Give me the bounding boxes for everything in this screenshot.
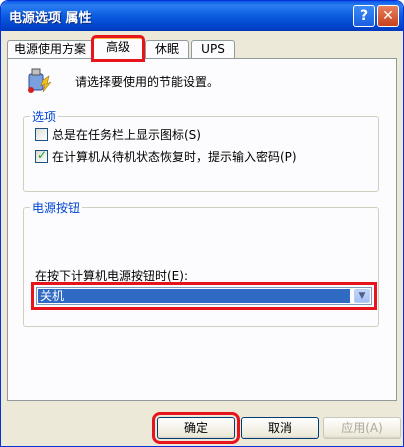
prompt-password-option[interactable]: 在计算机从待机状态恢复时，提示输入密码(P) <box>35 148 297 165</box>
help-button[interactable]: ? <box>353 5 375 27</box>
tab-strip: 电源使用方案 高级 休眠 UPS <box>7 35 397 62</box>
power-button-dropdown-highlight: 关机 ▼ <box>31 282 377 310</box>
tab-advanced[interactable]: 高级 <box>91 35 145 62</box>
show-tray-icon-checkbox[interactable] <box>35 128 48 141</box>
title-bar[interactable]: 电源选项 属性 ? ✕ <box>1 1 403 31</box>
power-options-icon <box>28 68 52 93</box>
power-button-action-select[interactable]: 关机 ▼ <box>36 287 372 305</box>
close-button[interactable]: ✕ <box>377 5 399 27</box>
power-button-action-value: 关机 <box>38 289 350 303</box>
apply-button[interactable]: 应用(A) <box>323 417 401 439</box>
window-title: 电源选项 属性 <box>9 11 92 26</box>
tab-hibernate[interactable]: 休眠 <box>145 40 189 59</box>
prompt-password-checkbox[interactable] <box>35 148 48 163</box>
cancel-button[interactable]: 取消 <box>241 417 319 439</box>
chevron-down-icon[interactable]: ▼ <box>354 289 370 303</box>
options-legend: 选项 <box>32 110 57 124</box>
ok-button[interactable]: 确定 <box>152 412 240 444</box>
intro-text: 请选择要使用的节能设置。 <box>75 75 220 89</box>
tab-ups[interactable]: UPS <box>191 40 235 59</box>
tab-power-schemes[interactable]: 电源使用方案 <box>7 40 93 59</box>
prompt-password-label: 在计算机从待机状态恢复时，提示输入密码(P) <box>52 150 297 164</box>
show-tray-icon-option[interactable]: 总是在任务栏上显示图标(S) <box>35 126 201 143</box>
dialog-window: 电源选项 属性 ? ✕ 电源使用方案 高级 休眠 UPS 请选择要使用的节能设置… <box>0 0 404 447</box>
show-tray-icon-label: 总是在任务栏上显示图标(S) <box>52 128 201 142</box>
power-buttons-legend: 电源按钮 <box>32 201 81 215</box>
